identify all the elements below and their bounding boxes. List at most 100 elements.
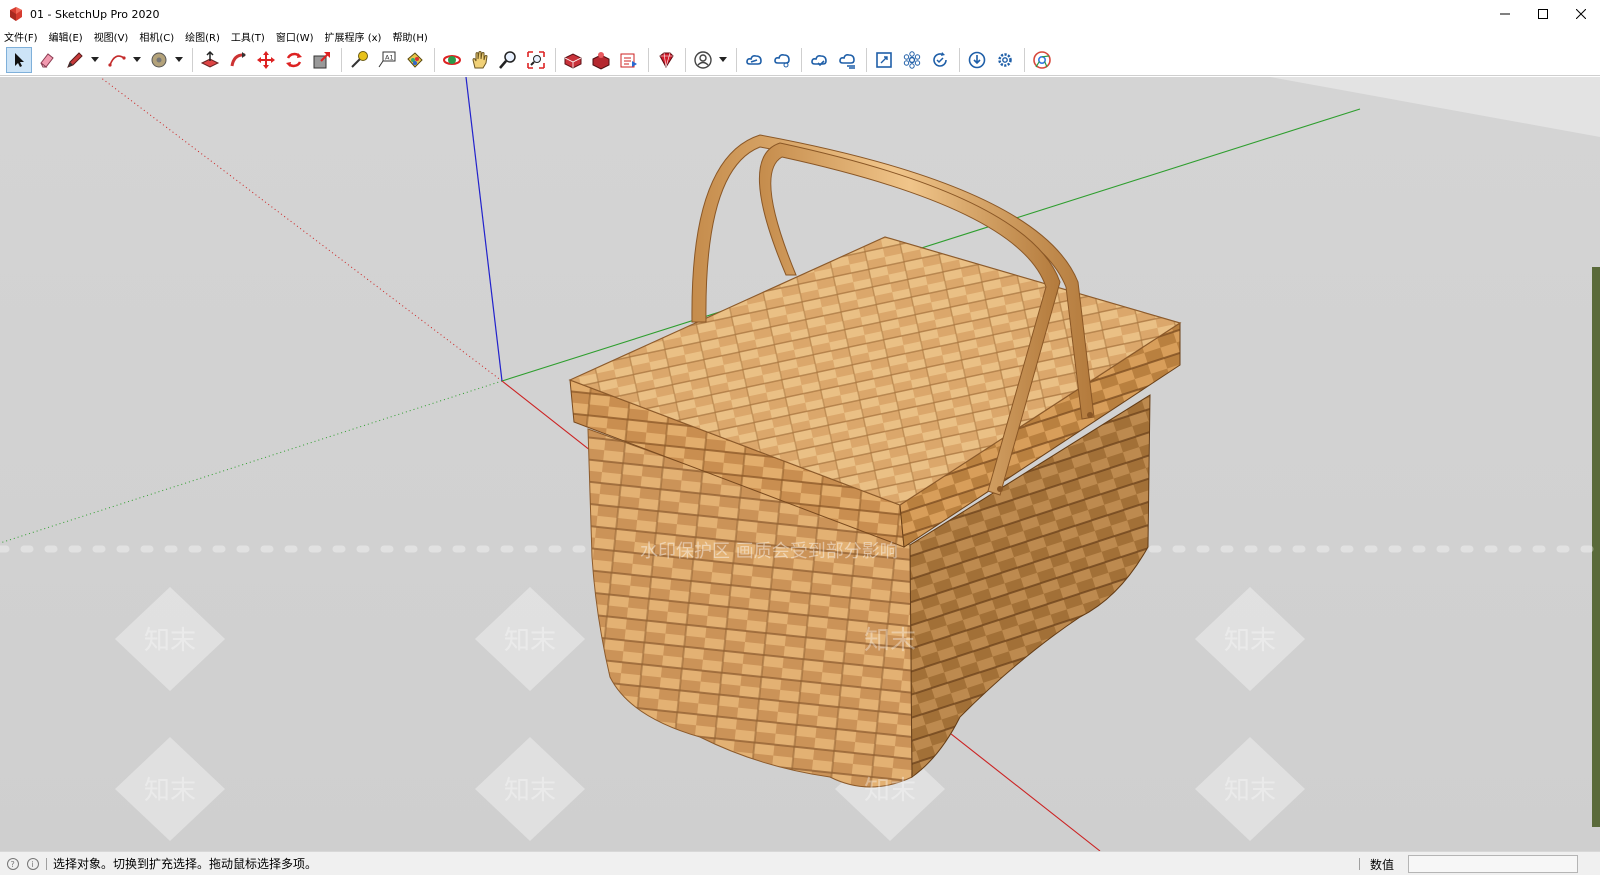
close-button[interactable]: [1562, 0, 1600, 28]
zoom-extents-icon: [527, 50, 545, 69]
rotate-tool-button[interactable]: [281, 47, 307, 73]
cloud-sync-button[interactable]: [806, 47, 832, 73]
toolbar-separator: [959, 47, 960, 72]
menu-view[interactable]: 视图(V): [94, 29, 129, 44]
info-icon[interactable]: i: [26, 857, 40, 871]
pencil-icon: [67, 51, 83, 68]
menu-file[interactable]: 文件(F): [4, 29, 38, 44]
push-pull-tool-button[interactable]: [197, 47, 223, 73]
profile-dropdown[interactable]: [718, 47, 728, 73]
ruby-console-button[interactable]: [653, 47, 679, 73]
zoom-tool-button[interactable]: [495, 47, 521, 73]
cloud-share-button[interactable]: [769, 47, 795, 73]
toolbar-separator: [801, 47, 802, 72]
profile-button[interactable]: [690, 47, 716, 73]
components-button[interactable]: [899, 47, 925, 73]
menu-bar: 文件(F) 编辑(E) 视图(V) 相机(C) 绘图(R) 工具(T) 窗口(W…: [0, 28, 1600, 44]
menu-edit[interactable]: 编辑(E): [49, 29, 83, 44]
dropdown-arrow-icon: [91, 56, 99, 62]
tape-measure-icon: [351, 50, 368, 68]
shape-tool-button[interactable]: [146, 47, 172, 73]
line-tool-dropdown[interactable]: [90, 47, 100, 73]
cloud-list-icon: [839, 53, 855, 69]
sync-button[interactable]: [927, 47, 953, 73]
svg-text:i: i: [32, 860, 34, 869]
arc-tool-dropdown[interactable]: [132, 47, 142, 73]
menu-camera[interactable]: 相机(C): [139, 29, 174, 44]
arc-icon: [108, 54, 126, 67]
extension-warehouse-icon: [592, 51, 610, 70]
layout-button[interactable]: [616, 47, 642, 73]
watermark-brand: 知末: [144, 626, 196, 656]
zoom-magnifier-icon: [499, 50, 516, 69]
svg-text:A1: A1: [385, 53, 394, 61]
browser-button[interactable]: [1029, 47, 1055, 73]
orbit-icon: [443, 54, 461, 65]
watermark-brand: 知末: [864, 776, 916, 806]
handle-rivet: [1087, 412, 1093, 418]
send-to-layout-icon: [620, 53, 637, 67]
line-tool-button[interactable]: [62, 47, 88, 73]
download-circle-icon: [968, 51, 986, 68]
menu-draw[interactable]: 绘图(R): [185, 29, 220, 44]
measurements-label: 数值: [1369, 858, 1394, 872]
gear-icon: [998, 52, 1012, 67]
maximize-button[interactable]: [1524, 0, 1562, 28]
frame-button[interactable]: [871, 47, 897, 73]
shape-tool-dropdown[interactable]: [174, 47, 184, 73]
tape-measure-tool-button[interactable]: [346, 47, 372, 73]
measurements-input[interactable]: [1408, 855, 1578, 873]
rotate-icon: [286, 52, 302, 67]
toolbar-separator: [1024, 47, 1025, 72]
sync-check-icon: [933, 51, 947, 67]
user-profile-icon: [694, 50, 712, 69]
status-hint: 选择对象。切换到扩充选择。拖动鼠标选择多项。: [53, 857, 318, 871]
move-tool-button[interactable]: [253, 47, 279, 73]
scale-tool-button[interactable]: [309, 47, 335, 73]
window-title: 01 - SketchUp Pro 2020: [30, 7, 160, 21]
pan-tool-button[interactable]: [467, 47, 493, 73]
cloud-link-icon: [746, 54, 762, 65]
follow-me-tool-button[interactable]: [225, 47, 251, 73]
cloud-check-icon: [811, 54, 827, 66]
select-tool-button[interactable]: [6, 46, 32, 73]
dropdown-arrow-icon: [719, 56, 727, 62]
toolbar-separator: [736, 47, 737, 72]
watermark-text: 水印保护区 画质会受到部分影响: [640, 541, 898, 562]
minimize-icon: [1500, 13, 1510, 15]
modeling-viewport[interactable]: 水印保护区 画质会受到部分影响 知末 知末 知末 知末 知末 知末 知末 知末: [0, 77, 1600, 851]
minimize-button[interactable]: [1486, 0, 1524, 28]
cloud-upload-button[interactable]: [834, 47, 860, 73]
download-button[interactable]: [964, 47, 990, 73]
toolbar-separator: [341, 47, 342, 72]
cloud-link-button[interactable]: [741, 47, 767, 73]
orbit-tool-button[interactable]: [439, 47, 465, 73]
arc-tool-button[interactable]: [104, 47, 130, 73]
move-arrows-icon: [257, 50, 275, 69]
menu-help[interactable]: 帮助(H): [392, 29, 427, 44]
chrome-browser-icon: [1033, 50, 1051, 69]
menu-window[interactable]: 窗口(W): [276, 29, 314, 44]
eraser-tool-button[interactable]: [34, 47, 60, 73]
watermark-brand: 知末: [864, 626, 916, 656]
text-tool-button[interactable]: A1: [374, 47, 400, 73]
3d-warehouse-button[interactable]: [560, 47, 586, 73]
toolbar-separator: [192, 47, 193, 72]
menu-tools[interactable]: 工具(T): [231, 29, 265, 44]
toolbar-separator: [434, 47, 435, 72]
watermark-brand: 知末: [504, 626, 556, 656]
edge-landscape-strip: [1592, 267, 1600, 827]
zoom-extents-tool-button[interactable]: [523, 47, 549, 73]
paint-bucket-tool-button[interactable]: [402, 47, 428, 73]
pan-hand-icon: [472, 50, 488, 68]
toolbar-separator: [685, 47, 686, 72]
circle-shape-icon: [151, 52, 167, 67]
window-controls: [1486, 0, 1600, 28]
menu-extensions[interactable]: 扩展程序 (x): [325, 29, 382, 44]
settings-button[interactable]: [992, 47, 1018, 73]
geo-location-icon[interactable]: ?: [6, 857, 20, 871]
follow-me-icon: [230, 51, 246, 66]
toolbar-separator: [648, 47, 649, 72]
sketchup-logo-icon: [10, 7, 22, 21]
extension-warehouse-button[interactable]: [588, 47, 614, 73]
